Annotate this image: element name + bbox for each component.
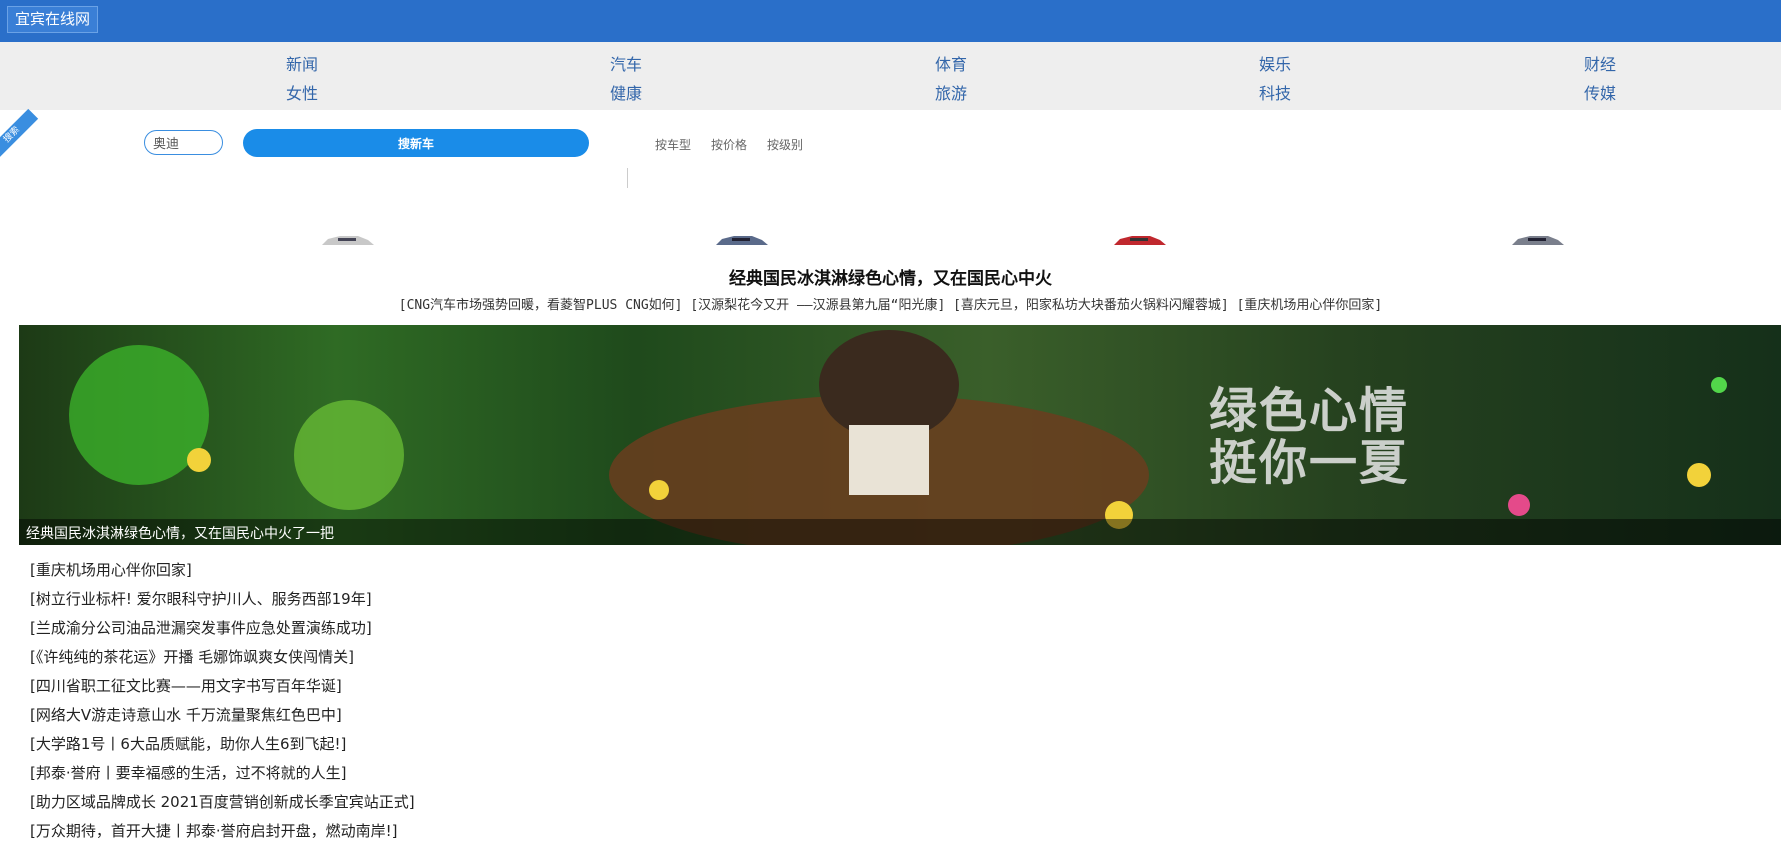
featured-banner-image[interactable]: 绿色心情 挺你一夏 经典国民冰淇淋绿色心情，又在国民心中火了一把 — [19, 325, 1781, 545]
nav-item-entertainment[interactable]: 娱乐 — [1259, 51, 1291, 75]
search-new-car-button[interactable]: 搜新车 — [243, 129, 589, 157]
news-item[interactable]: [邦泰·誉府丨要幸福感的生活，过不将就的人生] — [30, 759, 415, 788]
news-item[interactable]: [网络大V游走诗意山水 千万流量聚焦红色巴中] — [30, 701, 415, 730]
banner-slogan: 绿色心情 挺你一夏 — [1209, 383, 1410, 491]
news-item[interactable]: [兰成渝分公司油品泄漏突发事件应急处置演练成功] — [30, 614, 415, 643]
nav-item-women[interactable]: 女性 — [286, 80, 318, 104]
car-thumbnail[interactable] — [1112, 235, 1168, 245]
banner-scene — [69, 330, 1727, 545]
news-item[interactable]: [助力区域品牌成长 2021百度营销创新成长季宜宾站正式] — [30, 788, 415, 817]
channel-nav: 新闻 汽车 体育 娱乐 财经 女性 健康 旅游 科技 传媒 — [0, 42, 1781, 110]
divider — [627, 168, 628, 188]
nav-item-news[interactable]: 新闻 — [286, 51, 318, 75]
site-name-link[interactable]: 宜宾在线网 — [7, 6, 99, 33]
nav-item-tech[interactable]: 科技 — [1259, 80, 1291, 104]
news-list: [重庆机场用心伴你回家] [树立行业标杆! 爱尔眼科守护川人、服务西部19年] … — [30, 556, 415, 846]
news-item[interactable]: [树立行业标杆! 爱尔眼科守护川人、服务西部19年] — [30, 585, 415, 614]
banner-caption-text[interactable]: 经典国民冰淇淋绿色心情，又在国民心中火了一把 — [26, 523, 334, 543]
car-thumbnail[interactable] — [320, 235, 376, 245]
nav-item-health[interactable]: 健康 — [610, 80, 642, 104]
featured-headline[interactable]: 经典国民冰淇淋绿色心情，又在国民心中火 — [0, 264, 1781, 289]
filter-by-price[interactable]: 按价格 — [711, 136, 747, 153]
nav-item-sports[interactable]: 体育 — [935, 51, 967, 75]
news-item[interactable]: [《许纯纯的茶花运》开播 毛娜饰飒爽女侠闯情关] — [30, 643, 415, 672]
search-ribbon: 搜索 — [0, 108, 39, 162]
car-search-input[interactable] — [144, 130, 223, 155]
nav-item-finance[interactable]: 财经 — [1584, 51, 1616, 75]
nav-item-travel[interactable]: 旅游 — [935, 80, 967, 104]
car-thumbnail[interactable] — [1510, 235, 1566, 245]
related-links[interactable]: [CNG汽车市场强势回暖，看菱智PLUS CNG如何] [汉源梨花今又开 ——汉… — [0, 294, 1781, 313]
top-bar: 宜宾在线网 — [0, 0, 1781, 42]
car-thumbnail[interactable] — [714, 235, 770, 245]
nav-item-media[interactable]: 传媒 — [1584, 80, 1616, 104]
filter-by-class[interactable]: 按级别 — [767, 136, 803, 153]
filter-by-model[interactable]: 按车型 — [655, 136, 691, 153]
news-item[interactable]: [四川省职工征文比赛——用文字书写百年华诞] — [30, 672, 415, 701]
news-item[interactable]: [万众期待，首开大捷丨邦泰·誉府启封开盘，燃动南岸!] — [30, 817, 415, 846]
news-item[interactable]: [大学路1号丨6大品质赋能，助你人生6到飞起!] — [30, 730, 415, 759]
nav-item-auto[interactable]: 汽车 — [610, 51, 642, 75]
banner-caption: 经典国民冰淇淋绿色心情，又在国民心中火了一把 — [19, 519, 1781, 545]
news-item[interactable]: [重庆机场用心伴你回家] — [30, 556, 415, 585]
